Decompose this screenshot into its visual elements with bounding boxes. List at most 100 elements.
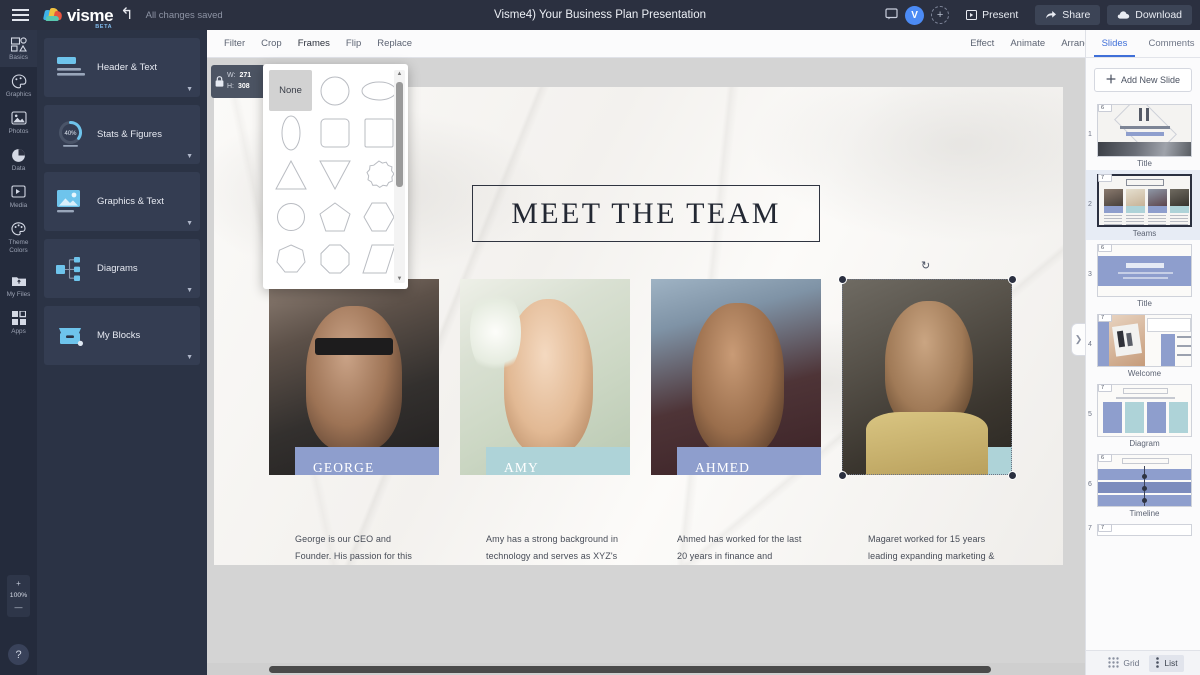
frame-option-ellipse-tall[interactable]	[269, 112, 312, 153]
frames-scrollbar[interactable]: ▲ ▼	[394, 70, 405, 283]
present-button[interactable]: Present	[956, 5, 1028, 25]
selection-handle-bl[interactable]	[838, 471, 847, 480]
tool-filter[interactable]: Filter	[217, 34, 252, 53]
chevron-down-icon[interactable]: ▼	[186, 153, 193, 160]
slide-thumb-2[interactable]: 2 7 Teams	[1086, 170, 1200, 240]
add-user-icon[interactable]: +	[931, 6, 949, 24]
team-member-card-selected[interactable]: MARGARET ROLAND Magaret worked for 15 ye…	[842, 279, 1012, 565]
caret-up-icon[interactable]: ▲	[394, 71, 405, 77]
team-member-card[interactable]: GEORGE LOPEZ George is our CEO and Found…	[269, 279, 439, 565]
slide-number: 3	[1088, 271, 1092, 278]
canvas-collapse-tab[interactable]: ❯	[1071, 323, 1085, 356]
tool-crop[interactable]: Crop	[254, 34, 289, 53]
frame-option-circle[interactable]	[313, 70, 356, 111]
team-member-card[interactable]: AHMED FARISS Ahmed has worked for the la…	[651, 279, 821, 565]
tool-replace[interactable]: Replace	[370, 34, 419, 53]
frames-dropdown[interactable]: None	[263, 64, 408, 289]
frame-option-pentagon[interactable]	[313, 196, 356, 237]
download-label: Download	[1135, 9, 1182, 21]
frame-option-chevron-1[interactable]	[269, 280, 312, 289]
undo-arrow-icon[interactable]: ↰	[120, 7, 133, 23]
rail-item-media[interactable]: Media	[0, 178, 37, 215]
view-mode-list[interactable]: List	[1149, 655, 1183, 672]
size-width-row[interactable]: W: 271	[227, 71, 251, 81]
zoom-in-button[interactable]: +	[7, 578, 30, 590]
frame-option-circle-2[interactable]	[269, 196, 312, 237]
slide-number: 5	[1088, 411, 1092, 418]
rotate-handle-icon[interactable]: ↻	[921, 259, 930, 272]
tab-slides[interactable]: Slides	[1086, 30, 1143, 57]
comment-icon[interactable]	[885, 8, 898, 22]
frame-option-triangle-down[interactable]	[313, 154, 356, 195]
block-graphics-text[interactable]: Graphics & Text ▼	[44, 172, 200, 231]
member-name-line1: AMY	[504, 458, 630, 475]
slide-thumb-1[interactable]: 1 6 Title	[1086, 100, 1200, 170]
chevron-down-icon[interactable]: ▼	[186, 287, 193, 294]
rail-label-media: Media	[0, 202, 37, 210]
size-height-row[interactable]: H: 308	[227, 82, 251, 92]
tool-frames[interactable]: Frames	[291, 34, 337, 53]
rail-item-photos[interactable]: Photos	[0, 104, 37, 141]
chevron-down-icon[interactable]: ▼	[186, 220, 193, 227]
horizontal-scrollbar[interactable]	[207, 663, 1085, 675]
header-text-icon	[54, 53, 87, 83]
member-photo[interactable]: MARGARET ROLAND	[842, 279, 1012, 475]
slide-thumb-7[interactable]: 7 7	[1086, 520, 1200, 538]
svg-text:40%: 40%	[64, 131, 77, 137]
frame-option-octagon[interactable]	[313, 238, 356, 279]
tool-effect[interactable]: Effect	[963, 34, 1001, 53]
slide-number: 6	[1088, 481, 1092, 488]
rail-item-theme-colors[interactable]: Theme Colors	[0, 215, 37, 260]
frame-option-triangle[interactable]	[269, 154, 312, 195]
slide-title-box[interactable]: MEET THE TEAM	[472, 185, 820, 242]
play-icon	[966, 10, 977, 20]
frame-option-rounded-square[interactable]	[313, 112, 356, 153]
block-stats-figures[interactable]: 40% Stats & Figures ▼	[44, 105, 200, 164]
list-view-icon	[1155, 657, 1160, 670]
block-header-text[interactable]: Header & Text ▼	[44, 38, 200, 97]
slide-thumb-4[interactable]: 4 7 Welcome	[1086, 310, 1200, 380]
zoom-out-button[interactable]: —	[7, 602, 30, 614]
chevron-down-icon[interactable]: ▼	[186, 86, 193, 93]
rail-item-basics[interactable]: Basics	[0, 30, 37, 67]
frames-scrollbar-thumb[interactable]	[396, 82, 403, 187]
member-photo[interactable]: GEORGE LOPEZ	[269, 279, 439, 475]
avatar[interactable]: V	[905, 6, 924, 25]
scrollbar-thumb[interactable]	[269, 666, 991, 673]
lock-icon[interactable]	[211, 76, 227, 87]
height-value: 308	[238, 82, 250, 92]
slide-thumb-5[interactable]: 5 7 Diagram	[1086, 380, 1200, 450]
slide-thumb-3[interactable]: 3 6 Title	[1086, 240, 1200, 310]
team-member-card[interactable]: AMY STRONGARM Amy has a strong backgroun…	[460, 279, 630, 565]
selection-handle-tl[interactable]	[838, 275, 847, 284]
visme-logo[interactable]: vismeBETA	[44, 7, 113, 24]
hamburger-menu-icon[interactable]	[0, 0, 40, 30]
selection-handle-tr[interactable]	[1008, 275, 1017, 284]
tool-flip[interactable]: Flip	[339, 34, 368, 53]
frame-option-chevron-2[interactable]	[313, 280, 356, 289]
slides-list[interactable]: 1 6 Title 2 7	[1086, 100, 1200, 673]
block-my-blocks[interactable]: My Blocks ▼	[44, 306, 200, 365]
share-button[interactable]: Share	[1035, 5, 1100, 25]
caret-down-icon[interactable]: ▼	[394, 276, 405, 282]
chevron-down-icon[interactable]: ▼	[186, 354, 193, 361]
rail-item-apps[interactable]: Apps	[0, 304, 37, 341]
portrait-man-beard-image	[651, 279, 821, 475]
member-photo[interactable]: AMY STRONGARM	[460, 279, 630, 475]
download-button[interactable]: Download	[1107, 5, 1192, 25]
rail-item-data[interactable]: Data	[0, 141, 37, 178]
add-new-slide-button[interactable]: Add New Slide	[1094, 68, 1192, 92]
slide-thumb-6[interactable]: 6 6 Timeline	[1086, 450, 1200, 520]
member-photo[interactable]: AHMED FARISS	[651, 279, 821, 475]
frame-option-none[interactable]: None	[269, 70, 312, 111]
block-diagrams[interactable]: Diagrams ▼	[44, 239, 200, 298]
tab-comments[interactable]: Comments	[1143, 30, 1200, 57]
size-box[interactable]: W: 271 H: 308	[211, 65, 267, 98]
help-button[interactable]: ?	[8, 644, 29, 665]
rail-item-graphics[interactable]: Graphics	[0, 67, 37, 104]
tool-animate[interactable]: Animate	[1003, 34, 1052, 53]
rail-item-my-files[interactable]: My Files	[0, 267, 37, 304]
view-mode-grid[interactable]: Grid	[1102, 655, 1145, 672]
selection-handle-br[interactable]	[1008, 471, 1017, 480]
frame-option-heptagon[interactable]	[269, 238, 312, 279]
